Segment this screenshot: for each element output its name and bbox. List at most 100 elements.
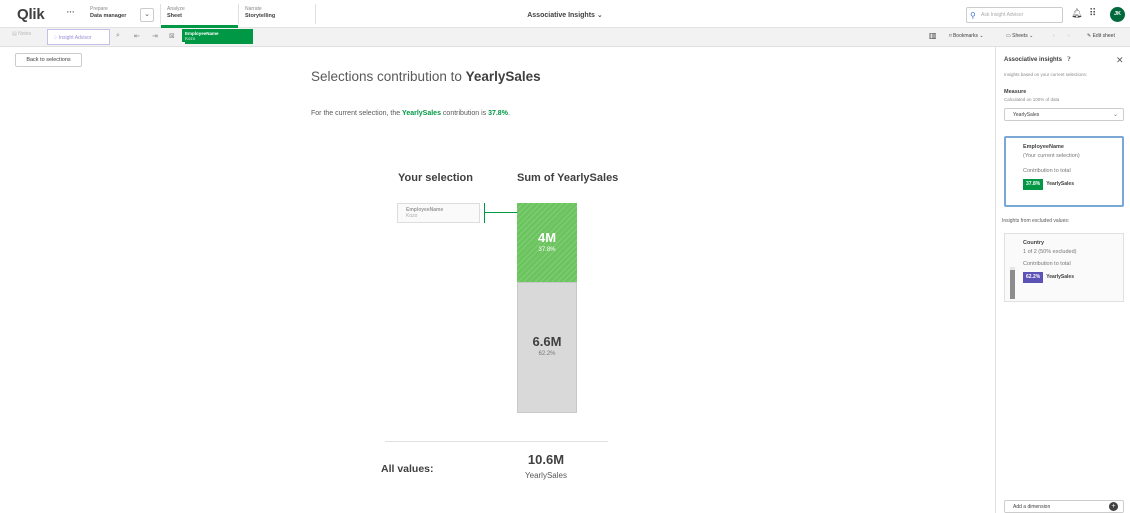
back-to-selections-button[interactable]: Back to selections [15, 53, 82, 67]
previous-sheet-icon[interactable]: ‹ [1053, 33, 1055, 39]
measure-select[interactable]: YearlySales ⌄ [1004, 108, 1124, 121]
qlik-logo[interactable]: Qlik [17, 6, 45, 23]
panel-title: Associative insights [1004, 57, 1063, 63]
chevron-down-icon: ⌄ [1112, 112, 1118, 118]
associative-insights-panel: Associative insights ❓︎ ✕ Insights based… [995, 47, 1130, 513]
contrib-percentage: 37.8% [488, 110, 508, 117]
card-note: (Your current selection) [1023, 153, 1080, 159]
top-navigation-bar: Qlik ··· Prepare Data manager ⌄ Analyze … [0, 0, 1130, 28]
search-placeholder: Ask Insight Advisor [981, 12, 1024, 18]
badge-measure: YearlySales [1046, 181, 1074, 187]
avatar[interactable]: JK [1110, 7, 1125, 22]
selection-card-value: Kozo [406, 213, 418, 219]
selection-card: EmployeeName Kozo [397, 203, 480, 223]
more-menu-icon[interactable]: ··· [66, 6, 75, 18]
card-contrib-label: Contribution to total [1023, 261, 1071, 267]
next-sheet-icon[interactable]: › [1068, 33, 1070, 39]
sheet-toolbar: ▤ Notes ♢ Insight Advisor ⌕ ⇤ ⇥ ⊠ Employ… [0, 28, 1130, 47]
search-icon: ⚲ [970, 11, 976, 20]
app-title-dropdown[interactable]: Associative Insights ⌄ [470, 11, 660, 19]
bar-percent-label: 62.2% [538, 351, 556, 357]
contrib-measure: YearlySales [402, 110, 441, 117]
notes-button[interactable]: ▤ Notes [12, 31, 31, 37]
nav-tab-value: Storytelling [245, 13, 276, 19]
mini-bar-fill [1010, 270, 1015, 299]
edit-sheet-label: Edit sheet [1092, 33, 1115, 39]
card-note: 1 of 2 (50% excluded) [1023, 249, 1077, 255]
edit-sheet-button[interactable]: ✎ Edit sheet [1087, 33, 1115, 39]
divider [160, 4, 161, 24]
all-values-label: All values: [381, 463, 434, 475]
selection-chip[interactable]: EmployeeName Kozo [182, 29, 253, 44]
nav-tab-value: Data manager [90, 13, 127, 19]
step-back-icon[interactable]: ⇤ [134, 32, 140, 40]
panel-subtitle: Insights based on your current selection… [1004, 72, 1088, 77]
bell-icon[interactable]: 🔔︎ [1071, 8, 1082, 19]
measure-sublabel: Calculated on 100% of data [1004, 97, 1060, 102]
selection-value: Kozo [185, 36, 196, 41]
card-field: Country [1023, 240, 1045, 246]
page-title: Selections contribution to YearlySales [311, 69, 541, 84]
nav-tab-narrate[interactable]: Narrate Storytelling [245, 6, 275, 20]
contrib-prefix: For the current selection, the [311, 110, 403, 117]
card-contrib-label: Contribution to total [1023, 168, 1071, 174]
nav-tab-caption: Narrate [245, 6, 262, 12]
card-field: EmployeeName [1023, 144, 1064, 150]
badge-measure: YearlySales [1046, 274, 1074, 280]
excluded-insights-heading: Insights from excluded values: [1002, 218, 1070, 224]
title-measure: YearlySales [465, 69, 541, 84]
insight-advisor-button[interactable]: ♢ Insight Advisor [47, 29, 110, 45]
bar-percent-label: 37.8% [538, 247, 556, 253]
all-values-measure: YearlySales [525, 471, 567, 480]
contrib-end: . [507, 110, 510, 117]
contrib-mid: contribution is [440, 110, 489, 117]
nav-tab-value: Sheet [167, 13, 182, 19]
bar-value-label: 4M [537, 230, 557, 245]
chevron-down-icon[interactable]: ⌄ [140, 8, 154, 22]
notes-label: Notes [18, 31, 32, 37]
chart-bar-selected: 4M 37.8% [517, 203, 577, 282]
plus-icon: + [1109, 502, 1118, 511]
nav-tab-caption: Prepare [90, 6, 108, 12]
nav-tab-analyze[interactable]: Analyze Sheet [167, 6, 185, 20]
title-prefix: Selections contribution to [311, 69, 466, 84]
nav-tab-caption: Analyze [167, 6, 185, 12]
contribution-badge: 37.8% [1023, 179, 1044, 190]
sheets-button[interactable]: ▭ Sheets ⌄ [1006, 33, 1033, 39]
app-title: Associative Insights [527, 12, 595, 19]
chevron-down-icon: ⌄ [977, 33, 984, 39]
step-forward-icon[interactable]: ⇥ [152, 32, 158, 40]
assets-panel-icon[interactable]: ▥ [929, 31, 937, 40]
excluded-insight-card[interactable]: Country 1 of 2 (50% excluded) Contributi… [1004, 233, 1124, 302]
measure-select-value: YearlySales [1013, 112, 1040, 118]
chevron-down-icon: ⌄ [1027, 33, 1034, 39]
connector-line [484, 212, 518, 213]
your-selection-heading: Your selection [398, 172, 473, 184]
bookmarks-button[interactable]: ⌑ Bookmarks ⌄ [949, 33, 984, 39]
all-values-total: 10.6M [527, 452, 565, 467]
divider [315, 4, 316, 24]
add-dimension-button[interactable]: Add a dimension + [1004, 500, 1124, 513]
close-icon[interactable]: ✕ [1116, 55, 1124, 66]
bookmarks-label: Bookmarks [952, 33, 978, 39]
contribution-badge: 62.2% [1023, 272, 1044, 283]
sheets-label: Sheets [1012, 33, 1028, 39]
chart-bar-rest: 6.6M 62.2% [517, 282, 577, 413]
insight-search-input[interactable]: ⚲ Ask Insight Advisor [966, 7, 1063, 23]
sum-measure-heading: Sum of YearlySales [517, 172, 619, 184]
selection-indicator [182, 42, 185, 44]
insight-advisor-label: Insight Advisor [58, 35, 92, 41]
nav-tab-prepare[interactable]: Prepare Data manager [90, 6, 126, 20]
help-icon[interactable]: ❓︎ [1067, 57, 1071, 64]
add-dimension-label: Add a dimension [1013, 504, 1051, 510]
current-selection-insight-card[interactable]: EmployeeName (Your current selection) Co… [1004, 136, 1124, 207]
logo-text: Qlik [17, 6, 45, 23]
chevron-down-icon: ⌄ [596, 12, 603, 19]
apps-grid-icon[interactable]: ⠿ [1089, 8, 1096, 19]
contribution-summary: For the current selection, the YearlySal… [311, 110, 510, 117]
measure-label: Measure [1004, 89, 1027, 95]
smart-search-icon[interactable]: ⌕ [116, 32, 120, 40]
clear-selections-icon[interactable]: ⊠ [169, 32, 175, 40]
divider [385, 441, 608, 442]
connector-line [484, 203, 485, 223]
